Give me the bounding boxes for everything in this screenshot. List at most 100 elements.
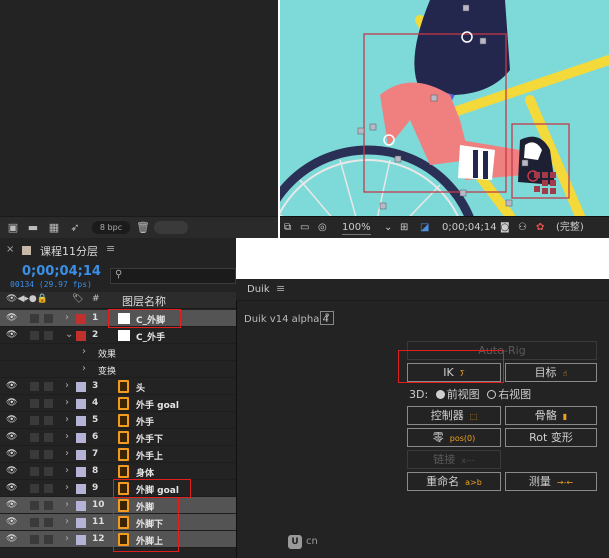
layer-switch[interactable] bbox=[30, 433, 39, 442]
render-icon[interactable]: ➶ bbox=[68, 221, 82, 234]
visibility-eye-icon[interactable]: 👁 bbox=[6, 330, 17, 340]
show-snapshot-icon[interactable]: ⚇ bbox=[518, 221, 527, 234]
zoom-select[interactable]: 100% bbox=[342, 221, 371, 235]
duik-tab[interactable]: Duik ≡ bbox=[236, 279, 609, 301]
layer-row[interactable]: 👁 › 3 头 bbox=[0, 378, 236, 395]
color-channel-icon[interactable]: ✿ bbox=[536, 221, 544, 234]
snapshot-icon[interactable]: ⧉ bbox=[284, 221, 291, 234]
visibility-eye-icon[interactable]: 👁 bbox=[6, 449, 17, 459]
chevron-right-icon[interactable]: › bbox=[65, 499, 69, 510]
chevron-right-icon[interactable]: › bbox=[65, 482, 69, 493]
chevron-right-icon[interactable]: › bbox=[65, 533, 69, 544]
close-icon[interactable]: × bbox=[6, 244, 14, 255]
chevron-down-icon[interactable]: ⌄ bbox=[65, 329, 73, 340]
layer-switch[interactable] bbox=[44, 535, 53, 544]
chevron-down-icon[interactable]: ⌄ bbox=[384, 221, 392, 234]
new-folder-icon[interactable]: ▬ bbox=[26, 221, 40, 234]
new-composition-icon[interactable]: ▦ bbox=[47, 221, 61, 234]
layer-search-input[interactable]: ⚲ bbox=[110, 268, 236, 284]
layer-switch[interactable] bbox=[44, 399, 53, 408]
visibility-eye-icon[interactable]: 👁 bbox=[6, 432, 17, 442]
layer-switch[interactable] bbox=[30, 467, 39, 476]
label-color-swatch[interactable] bbox=[76, 433, 86, 443]
chevron-right-icon[interactable]: › bbox=[65, 516, 69, 527]
chevron-right-icon[interactable]: › bbox=[65, 414, 69, 425]
layer-switch[interactable] bbox=[30, 535, 39, 544]
bit-depth-button[interactable]: 8 bpc bbox=[92, 221, 130, 234]
layer-switch[interactable] bbox=[44, 314, 53, 323]
layer-switch[interactable] bbox=[30, 501, 39, 510]
visibility-eye-icon[interactable]: 👁 bbox=[6, 466, 17, 476]
label-color-swatch[interactable] bbox=[76, 518, 86, 528]
rot-morph-button[interactable]: Rot 变形 bbox=[505, 428, 597, 447]
chevron-right-icon[interactable]: › bbox=[82, 363, 86, 374]
layer-name[interactable]: 外手下 bbox=[136, 432, 163, 445]
label-color-swatch[interactable] bbox=[76, 535, 86, 545]
layer-row[interactable]: 👁 › 5 外手 bbox=[0, 412, 236, 429]
layer-switch[interactable] bbox=[44, 433, 53, 442]
layer-name[interactable]: 外手上 bbox=[136, 449, 163, 462]
help-button[interactable]: ? bbox=[320, 311, 334, 325]
visibility-eye-icon[interactable]: 👁 bbox=[6, 500, 17, 510]
layer-name[interactable]: 外手 goal bbox=[136, 398, 179, 411]
layer-switch[interactable] bbox=[30, 382, 39, 391]
layer-row[interactable]: 👁 ⌄ 2 C_外手 bbox=[0, 327, 236, 344]
measure-button[interactable]: 测量 →-← bbox=[505, 472, 597, 491]
layer-switch[interactable] bbox=[30, 331, 39, 340]
layer-switch[interactable] bbox=[44, 518, 53, 527]
layer-switch[interactable] bbox=[30, 314, 39, 323]
layer-row[interactable]: 👁 › 8 身体 bbox=[0, 463, 236, 480]
label-color-swatch[interactable] bbox=[76, 467, 86, 477]
layer-row[interactable]: 👁 › 4 外手 goal bbox=[0, 395, 236, 412]
chevron-right-icon[interactable]: › bbox=[65, 397, 69, 408]
chevron-right-icon[interactable]: › bbox=[65, 465, 69, 476]
current-time[interactable]: 0;00;04;14 bbox=[22, 264, 101, 279]
property-group-row[interactable]: › 效果 bbox=[0, 344, 236, 361]
layer-switch[interactable] bbox=[30, 518, 39, 527]
zero-button[interactable]: 零 pos(0) bbox=[407, 428, 501, 447]
layer-switch[interactable] bbox=[44, 484, 53, 493]
chevron-right-icon[interactable]: › bbox=[65, 431, 69, 442]
region-icon[interactable]: ⊞ bbox=[400, 221, 408, 234]
label-color-swatch[interactable] bbox=[76, 484, 86, 494]
controller-button[interactable]: 控制器 ⬚ bbox=[407, 406, 501, 425]
trash-icon[interactable]: 🗑 bbox=[136, 221, 150, 234]
layer-switch[interactable] bbox=[44, 467, 53, 476]
current-time-display[interactable]: 0;00;04;14 bbox=[442, 221, 497, 234]
layer-switch[interactable] bbox=[30, 484, 39, 493]
link-button[interactable]: 链接 x--- bbox=[407, 450, 501, 469]
label-color-swatch[interactable] bbox=[76, 399, 86, 409]
layer-name[interactable]: 身体 bbox=[136, 466, 154, 479]
right-view-radio[interactable] bbox=[487, 390, 497, 399]
chevron-right-icon[interactable]: › bbox=[65, 380, 69, 391]
front-view-radio[interactable] bbox=[435, 390, 445, 399]
camera-icon[interactable]: ◙ bbox=[500, 221, 510, 234]
grid-icon[interactable]: ◪ bbox=[420, 221, 429, 234]
panel-menu-icon[interactable]: ≡ bbox=[106, 242, 115, 255]
project-toggle[interactable] bbox=[154, 221, 188, 234]
mask-icon[interactable]: ◎ bbox=[318, 221, 327, 234]
layer-switch[interactable] bbox=[30, 416, 39, 425]
composition-viewer[interactable] bbox=[280, 0, 609, 216]
layer-name[interactable]: 头 bbox=[136, 381, 145, 394]
layer-switch[interactable] bbox=[44, 331, 53, 340]
visibility-eye-icon[interactable]: 👁 bbox=[6, 381, 17, 391]
layer-switch[interactable] bbox=[30, 399, 39, 408]
panel-menu-icon[interactable]: ≡ bbox=[276, 282, 285, 295]
visibility-eye-icon[interactable]: 👁 bbox=[6, 415, 17, 425]
layer-name[interactable]: C_外手 bbox=[136, 330, 165, 343]
layer-switch[interactable] bbox=[44, 382, 53, 391]
goal-button[interactable]: 目标 ☝ bbox=[505, 363, 597, 382]
label-color-swatch[interactable] bbox=[76, 382, 86, 392]
layer-switch[interactable] bbox=[44, 501, 53, 510]
label-color-swatch[interactable] bbox=[76, 501, 86, 511]
label-color-swatch[interactable] bbox=[76, 416, 86, 426]
interpret-footage-icon[interactable]: ▣ bbox=[6, 221, 20, 234]
layer-row[interactable]: 👁 › 7 外手上 bbox=[0, 446, 236, 463]
chevron-right-icon[interactable]: › bbox=[65, 448, 69, 459]
layer-name[interactable]: 外手 bbox=[136, 415, 154, 428]
property-group-row[interactable]: › 变换 bbox=[0, 361, 236, 378]
timeline-tab[interactable]: × 课程11分层 ≡ bbox=[0, 238, 236, 262]
bone-button[interactable]: 骨骼 ▮ bbox=[505, 406, 597, 425]
layer-switch[interactable] bbox=[30, 450, 39, 459]
